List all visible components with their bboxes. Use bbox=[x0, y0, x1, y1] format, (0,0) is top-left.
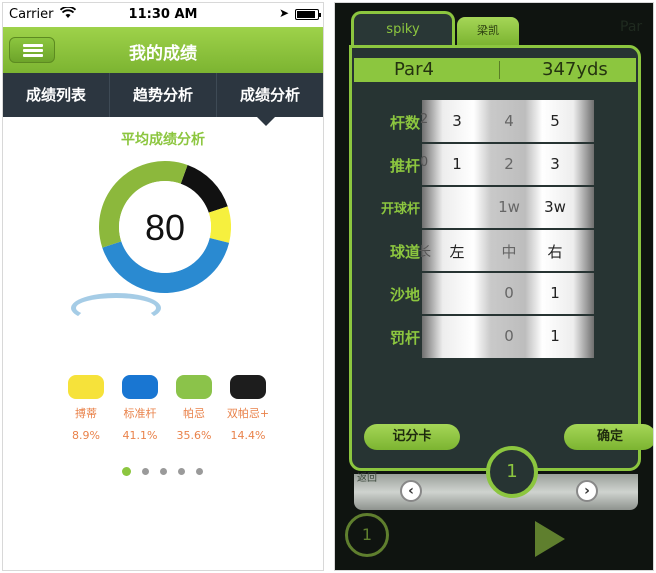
current-hole-indicator: 1 bbox=[486, 446, 538, 498]
page-dot[interactable] bbox=[160, 468, 167, 475]
row-label: 沙地 bbox=[389, 286, 420, 304]
battery-icon bbox=[295, 9, 321, 20]
par-label: Par4 bbox=[394, 59, 434, 80]
picker-cell[interactable]: 1 bbox=[432, 155, 482, 173]
picker-cell[interactable]: 0 bbox=[484, 327, 534, 345]
prev-hole-button[interactable]: ‹ bbox=[400, 480, 422, 502]
legend-value: 41.1% bbox=[122, 429, 158, 442]
legend-label: 标准杆 bbox=[123, 407, 157, 420]
score-donut-chart: 80 bbox=[99, 161, 231, 293]
distance-label: 347yds bbox=[542, 59, 608, 80]
title-bar: 我的成绩 bbox=[3, 27, 323, 73]
score-entry-panel: Par4 347yds 杆数 推杆 开球杆 球道 沙地 罚杆 2 3 4 5 0 1 2 3 1w 3w 长左… bbox=[349, 45, 653, 510]
legend-swatch bbox=[176, 375, 212, 399]
analysis-tabs: 成绩列表 趋势分析 成绩分析 bbox=[3, 73, 323, 117]
legend-swatch bbox=[68, 375, 104, 399]
player-tab-spiky[interactable]: spiky bbox=[351, 11, 455, 47]
legend-item: 标准杆 41.1% bbox=[115, 375, 165, 442]
hole-info-bar: Par4 347yds bbox=[354, 58, 636, 82]
picker-cell[interactable]: 1 bbox=[530, 284, 580, 302]
row-label: 球道 bbox=[389, 243, 420, 261]
divider bbox=[499, 61, 500, 79]
picker-cell-edge: 2 bbox=[419, 112, 429, 127]
picker-cell-edge: 0 bbox=[419, 155, 429, 170]
picker-cell[interactable]: 2 bbox=[484, 155, 534, 173]
picker-wheel[interactable]: 2 3 4 5 0 1 2 3 1w 3w 长左中右 0 1 0 1 bbox=[418, 100, 594, 358]
legend-value: 35.6% bbox=[176, 429, 212, 442]
score-analysis-screen: Carrier 11:30 AM ➤ 我的成绩 成绩列表 趋势分析 成绩分析 平… bbox=[2, 2, 324, 571]
tab-score-list[interactable]: 成绩列表 bbox=[3, 73, 110, 117]
picker-cell[interactable]: 3 bbox=[432, 112, 482, 130]
page-dot[interactable] bbox=[122, 467, 131, 476]
legend-label: 搏蒂 bbox=[75, 407, 97, 420]
row-divider bbox=[422, 271, 594, 273]
score-entry-screen: Par spiky 梁凯 Par4 347yds 杆数推杆开球杆球道沙地罚杆 2… bbox=[334, 2, 654, 571]
legend-swatch bbox=[230, 375, 266, 399]
row-divider bbox=[422, 314, 594, 316]
location-arrow-icon: ➤ bbox=[278, 6, 289, 20]
picker-cell[interactable]: 1w bbox=[484, 198, 534, 216]
page-dot[interactable] bbox=[178, 468, 185, 475]
picker-cell[interactable]: 5 bbox=[530, 112, 580, 130]
legend-swatch bbox=[122, 375, 158, 399]
row-label: 推杆 bbox=[389, 157, 420, 175]
picker-cell[interactable]: 0 bbox=[484, 284, 534, 302]
scorecard-button[interactable]: 记分卡 bbox=[364, 424, 460, 450]
row-divider bbox=[422, 228, 594, 230]
back-label: 返回 bbox=[357, 473, 377, 484]
donut-segment-0 bbox=[208, 206, 231, 243]
status-bar: Carrier 11:30 AM ➤ bbox=[3, 3, 323, 27]
page-title: 我的成绩 bbox=[129, 44, 197, 64]
picker-cell[interactable]: 左 bbox=[432, 241, 482, 262]
legend-item: 搏蒂 8.9% bbox=[61, 375, 111, 442]
next-arrow-icon bbox=[535, 521, 565, 557]
row-label: 罚杆 bbox=[389, 329, 420, 347]
player-tab-second[interactable]: 梁凯 bbox=[457, 17, 519, 45]
tab-trend-analysis[interactable]: 趋势分析 bbox=[110, 73, 217, 117]
tab-score-analysis[interactable]: 成绩分析 bbox=[217, 73, 323, 117]
legend-item: 双帕忌+ 14.4% bbox=[223, 375, 273, 442]
legend: 搏蒂 8.9% 标准杆 41.1% 帕忌 35.6% 双帕忌+ 14.4% bbox=[61, 375, 281, 445]
row-label: 杆数 bbox=[389, 114, 420, 132]
page-dot[interactable] bbox=[142, 468, 149, 475]
legend-value: 14.4% bbox=[230, 429, 266, 442]
picker-cell[interactable]: 3 bbox=[530, 155, 580, 173]
picker-cell[interactable]: 中 bbox=[484, 241, 534, 262]
background-par-text: Par bbox=[620, 19, 643, 35]
legend-label: 帕忌 bbox=[183, 407, 205, 420]
next-hole-button[interactable]: › bbox=[576, 480, 598, 502]
legend-item: 帕忌 35.6% bbox=[169, 375, 219, 442]
background-hole-indicator: 1 bbox=[345, 513, 389, 557]
section-title: 平均成绩分析 bbox=[121, 132, 205, 148]
legend-label: 双帕忌+ bbox=[226, 407, 270, 420]
page-indicator bbox=[122, 467, 203, 476]
active-tab-pointer-icon bbox=[257, 117, 275, 126]
picker-cell[interactable]: 1 bbox=[530, 327, 580, 345]
status-time: 11:30 AM bbox=[128, 7, 198, 22]
picker-cell[interactable]: 4 bbox=[484, 112, 534, 130]
row-divider bbox=[422, 142, 594, 144]
picker-cell-edge: 长 bbox=[418, 245, 432, 260]
donut-reflection bbox=[71, 293, 161, 323]
row-label: 开球杆 bbox=[380, 202, 420, 217]
picker-cell[interactable]: 3w bbox=[530, 198, 580, 216]
legend-value: 8.9% bbox=[72, 429, 100, 442]
picker-cell[interactable]: 右 bbox=[530, 241, 580, 262]
confirm-button[interactable]: 确定 bbox=[564, 424, 653, 450]
donut-center-value: 80 bbox=[145, 207, 185, 248]
row-divider bbox=[422, 185, 594, 187]
page-dot[interactable] bbox=[196, 468, 203, 475]
